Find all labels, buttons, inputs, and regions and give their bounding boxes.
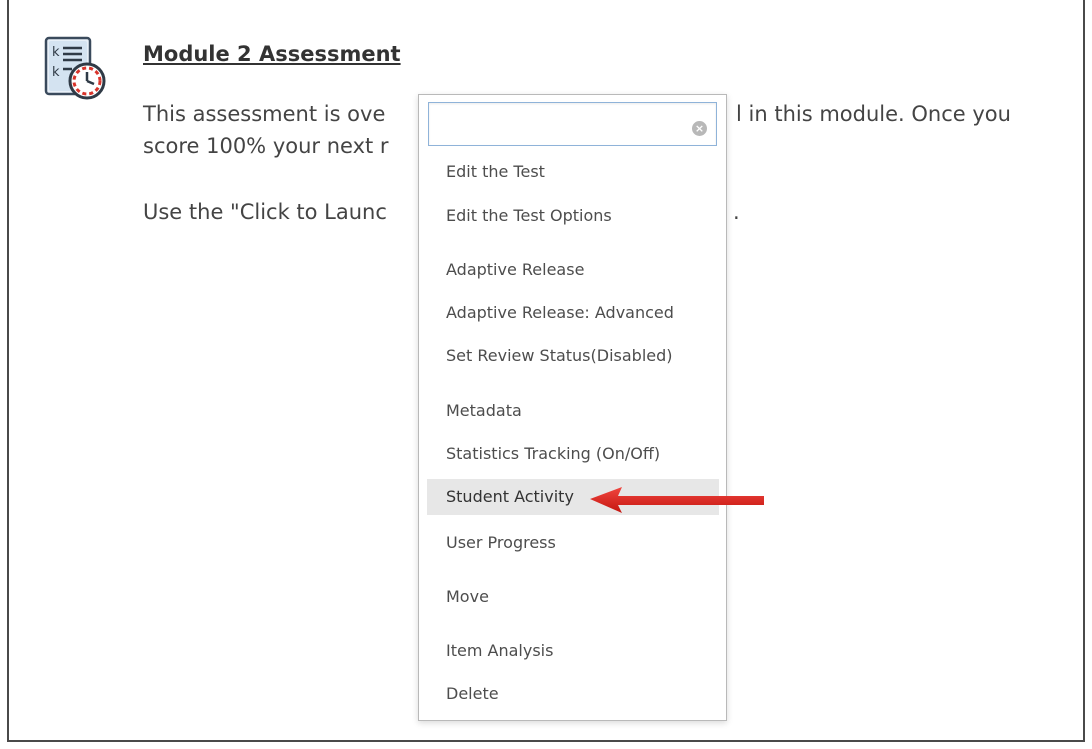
description-line-2-left: score 100% your next r xyxy=(143,134,389,158)
description-line-3-left: Use the "Click to Launc xyxy=(143,200,387,224)
menu-search-input[interactable] xyxy=(429,103,685,143)
description-line-3-right: . xyxy=(733,200,740,224)
menu-item-set-review-status[interactable]: Set Review Status(Disabled) xyxy=(427,338,719,374)
description-line-1-left: This assessment is ove xyxy=(143,102,386,126)
menu-item-delete[interactable]: Delete xyxy=(427,676,719,712)
menu-item-adaptive-release[interactable]: Adaptive Release xyxy=(427,252,719,288)
menu-item-move[interactable]: Move xyxy=(427,579,719,615)
menu-item-metadata[interactable]: Metadata xyxy=(427,393,719,429)
menu-item-adaptive-release-advanced[interactable]: Adaptive Release: Advanced xyxy=(427,295,719,331)
item-title-link[interactable]: Module 2 Assessment xyxy=(143,42,401,66)
menu-item-item-analysis[interactable]: Item Analysis xyxy=(427,633,719,669)
red-arrow-icon xyxy=(588,486,768,516)
svg-text:k: k xyxy=(52,65,60,80)
menu-item-statistics-tracking[interactable]: Statistics Tracking (On/Off) xyxy=(427,436,719,472)
clear-icon[interactable]: × xyxy=(692,121,707,136)
menu-search-box[interactable]: × xyxy=(428,102,717,146)
svg-text:k: k xyxy=(52,45,60,60)
test-clock-icon[interactable]: k k xyxy=(44,36,108,102)
item-context-menu: × Edit the Test Edit the Test Options Ad… xyxy=(418,94,727,721)
menu-item-edit-test-options[interactable]: Edit the Test Options xyxy=(427,198,719,234)
menu-item-user-progress[interactable]: User Progress xyxy=(427,525,719,561)
menu-item-edit-test[interactable]: Edit the Test xyxy=(427,154,719,190)
description-line-1-right: l in this module. Once you xyxy=(736,102,1011,126)
